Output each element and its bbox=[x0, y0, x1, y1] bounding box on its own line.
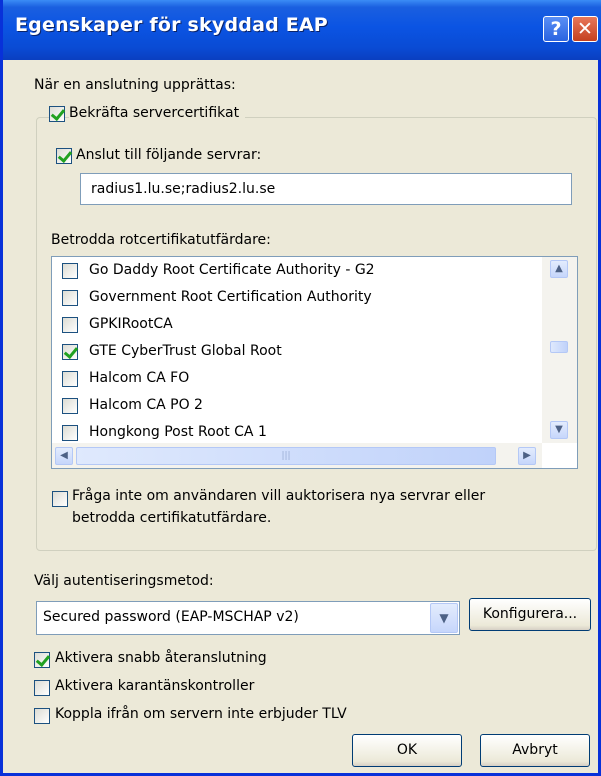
window-title: Egenskaper för skyddad EAP bbox=[15, 14, 328, 36]
ca-checkbox[interactable] bbox=[62, 425, 78, 441]
ca-name: Halcom CA FO bbox=[89, 370, 190, 386]
scroll-up-button[interactable]: ▲ bbox=[550, 260, 568, 278]
ok-button[interactable]: OK bbox=[352, 734, 462, 767]
ca-checkbox[interactable] bbox=[62, 371, 78, 387]
no-prompt-label-line2: betrodda certifikatutfärdare. bbox=[72, 510, 272, 526]
ca-name: GPKIRootCA bbox=[89, 316, 173, 332]
disconnect-tlv-check[interactable] bbox=[34, 708, 50, 724]
list-item[interactable]: GTE CyberTrust Global Root bbox=[52, 339, 542, 365]
quarantine-label: Aktivera karantänskontroller bbox=[55, 678, 255, 694]
server-names-input[interactable] bbox=[80, 173, 572, 205]
ca-checkbox[interactable] bbox=[62, 263, 78, 279]
list-item[interactable]: GPKIRootCA bbox=[52, 312, 542, 338]
ca-checkbox[interactable] bbox=[62, 344, 78, 360]
horizontal-scroll-thumb[interactable]: ||| bbox=[76, 447, 496, 465]
list-item[interactable]: Halcom CA FO bbox=[52, 366, 542, 392]
horizontal-scrollbar[interactable]: ◀ ||| ▶ bbox=[52, 443, 542, 468]
scroll-down-button[interactable]: ▼ bbox=[550, 421, 568, 439]
ca-name: Go Daddy Root Certificate Authority - G2 bbox=[89, 262, 375, 278]
ca-checkbox[interactable] bbox=[62, 290, 78, 306]
auth-method-value: Secured password (EAP-MSCHAP v2) bbox=[43, 609, 299, 625]
no-prompt-check[interactable] bbox=[52, 491, 68, 507]
auth-method-select[interactable]: Secured password (EAP-MSCHAP v2) ▼ bbox=[36, 601, 460, 635]
configure-button[interactable]: Konfigurera... bbox=[469, 598, 591, 631]
close-button[interactable]: ✕ bbox=[572, 16, 598, 42]
list-item[interactable]: Go Daddy Root Certificate Authority - G2 bbox=[52, 258, 542, 284]
ca-name: Halcom CA PO 2 bbox=[89, 397, 203, 413]
connect-servers-check[interactable] bbox=[56, 148, 72, 164]
auth-method-heading: Välj autentiseringsmetod: bbox=[34, 573, 214, 589]
fast-reconnect-check[interactable] bbox=[34, 652, 50, 668]
cancel-button[interactable]: Avbryt bbox=[480, 734, 590, 767]
title-bar[interactable]: Egenskaper för skyddad EAP ? ✕ bbox=[3, 0, 601, 60]
list-item[interactable]: Government Root Certification Authority bbox=[52, 285, 542, 311]
scroll-right-button[interactable]: ▶ bbox=[518, 447, 536, 465]
no-prompt-label-line1: Fråga inte om användaren vill auktoriser… bbox=[72, 488, 486, 504]
ca-name: Government Root Certification Authority bbox=[89, 289, 372, 305]
ca-name: Hongkong Post Root CA 1 bbox=[89, 424, 267, 440]
validate-cert-label: Bekräfta servercertifikat bbox=[69, 105, 246, 121]
ca-name: GTE CyberTrust Global Root bbox=[89, 343, 282, 359]
dialog-window: Egenskaper för skyddad EAP ? ✕ När en an… bbox=[0, 0, 601, 776]
quarantine-check[interactable] bbox=[34, 680, 50, 696]
ca-checkbox[interactable] bbox=[62, 398, 78, 414]
connect-servers-label: Anslut till följande servrar: bbox=[76, 147, 262, 163]
validate-cert-check[interactable] bbox=[49, 106, 65, 122]
ca-checkbox[interactable] bbox=[62, 317, 78, 333]
vertical-scroll-thumb[interactable] bbox=[550, 341, 568, 353]
trusted-ca-list[interactable]: Go Daddy Root Certificate Authority - G2… bbox=[51, 256, 578, 469]
vertical-scrollbar[interactable]: ▲ ▼ bbox=[542, 257, 577, 443]
fast-reconnect-label: Aktivera snabb återanslutning bbox=[55, 650, 267, 666]
list-item[interactable]: Halcom CA PO 2 bbox=[52, 393, 542, 419]
disconnect-tlv-label: Koppla ifrån om servern inte erbjuder TL… bbox=[55, 706, 347, 722]
chevron-down-icon[interactable]: ▼ bbox=[430, 603, 458, 633]
help-button[interactable]: ? bbox=[543, 16, 569, 42]
connect-heading: När en anslutning upprättas: bbox=[34, 77, 236, 93]
scroll-left-button[interactable]: ◀ bbox=[55, 447, 73, 465]
trusted-ca-heading: Betrodda rotcertifikatutfärdare: bbox=[51, 232, 271, 248]
